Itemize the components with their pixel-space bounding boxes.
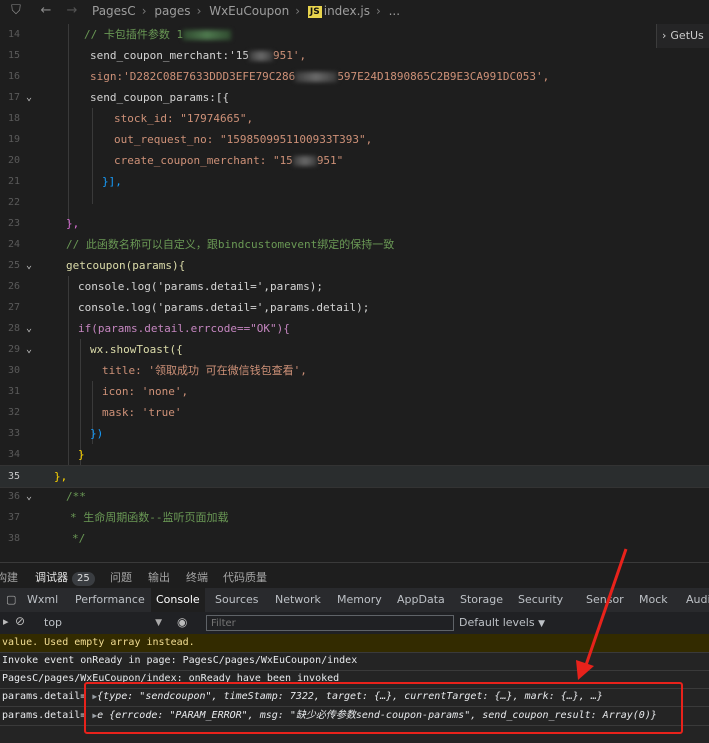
editor-breadcrumb-bar: ⛉ ← → PagesC › pages › WxEuCoupon › JS index… <box>0 0 709 25</box>
clear-console-icon[interactable]: ⊘ <box>15 614 25 628</box>
code-line: 28 ⌄ if(params.detail.errcode=="OK"){ <box>0 318 709 339</box>
filter-input[interactable] <box>206 615 454 631</box>
devtools-tabs: ▢ Wxml Performance Console Sources Netwo… <box>0 588 709 613</box>
chevron-down-icon[interactable]: ⌄ <box>26 255 32 276</box>
chevron-right-icon: › <box>141 4 147 18</box>
tab-performance[interactable]: Performance <box>75 588 145 612</box>
eye-icon[interactable]: ◉ <box>177 615 187 629</box>
chevron-down-icon[interactable]: ⌄ <box>26 486 32 507</box>
bookmark-icon[interactable]: ⛉ <box>8 3 24 19</box>
tab-terminal[interactable]: 终端 <box>186 569 208 585</box>
tab-build[interactable]: 构建 <box>0 569 18 585</box>
code-line: 30 title: '领取成功 可在微信钱包查看', <box>7 364 307 377</box>
code-line: 20 create_coupon_merchant: "15 951" <box>7 154 344 167</box>
count-badge: 25 <box>72 572 95 586</box>
tab-security[interactable]: Security <box>518 588 563 612</box>
breadcrumb-file[interactable]: index.js <box>324 4 370 18</box>
tab-audits[interactable]: Audi <box>686 588 709 612</box>
annotation-box <box>84 682 683 734</box>
code-line: 17 ⌄ send_coupon_params:[{ <box>0 87 709 108</box>
code-line: 29 ⌄ wx.showToast({ <box>0 339 709 360</box>
breadcrumb: PagesC › pages › WxEuCoupon › JS index.js › .… <box>92 4 402 18</box>
code-line: 38 */ <box>7 532 86 545</box>
code-line: 26 console.log('params.detail=',params); <box>7 280 324 293</box>
code-line: 36 ⌄/** <box>0 486 709 507</box>
code-line: 16 sign:'D282C08E7633DDD3EFE79C286 597E24D… <box>7 70 550 83</box>
breadcrumb-item[interactable]: pages <box>154 4 190 18</box>
js-file-icon: JS <box>307 6 322 18</box>
tab-sensor[interactable]: Sensor <box>586 588 624 612</box>
breadcrumb-more[interactable]: ... <box>389 4 400 18</box>
tab-console[interactable]: Console <box>151 588 205 612</box>
tab-output[interactable]: 输出 <box>148 569 170 585</box>
chevron-right-icon: › <box>375 4 381 18</box>
code-editor[interactable]: 14// 卡包插件参数 1 15 send_coupon_merchant:'15… <box>0 24 709 562</box>
code-line-current: 35}, <box>0 465 709 488</box>
chevron-down-icon[interactable]: ⌄ <box>26 87 32 108</box>
sidebar-toggle-icon[interactable]: ▸ <box>3 615 9 628</box>
chevron-down-icon[interactable]: ⌄ <box>26 339 32 360</box>
code-line: 37 * 生命周期函数--监听页面加载 <box>7 511 229 524</box>
tab-network[interactable]: Network <box>275 588 321 612</box>
log-levels-select[interactable]: Default levels ▼ <box>459 616 545 629</box>
code-line: 19 out_request_no: "1598509951100933T393"… <box>7 133 373 146</box>
outline-getus-tab[interactable]: › GetUs <box>656 24 709 48</box>
inspect-icon[interactable]: ▢ <box>6 588 16 612</box>
chevron-right-icon: › <box>295 4 301 18</box>
tab-code-quality[interactable]: 代码质量 <box>223 569 267 585</box>
chevron-down-icon[interactable]: ⌄ <box>26 318 32 339</box>
code-line: 21}], <box>7 175 122 188</box>
tab-storage[interactable]: Storage <box>460 588 503 612</box>
tab-memory[interactable]: Memory <box>337 588 382 612</box>
tab-sources[interactable]: Sources <box>215 588 259 612</box>
tab-mock[interactable]: Mock <box>639 588 668 612</box>
code-line: 34} <box>7 448 85 461</box>
code-line: 27 console.log('params.detail=',params.de… <box>7 301 370 314</box>
code-line: 22 <box>7 197 20 208</box>
code-line: 15 send_coupon_merchant:'15 951', <box>7 49 307 62</box>
code-line: 23}, <box>7 217 80 230</box>
breadcrumb-item[interactable]: WxEuCoupon <box>209 4 289 18</box>
context-select[interactable]: top ▼ <box>44 616 162 630</box>
code-line: 14// 卡包插件参数 1 <box>0 24 709 45</box>
code-line: 18 stock_id: "17974665", <box>7 112 254 125</box>
code-line: 31 icon: 'none', <box>7 385 189 398</box>
code-line: 32 mask: 'true' <box>7 406 182 419</box>
back-arrow-icon[interactable]: ← <box>38 3 54 19</box>
chevron-right-icon: › <box>196 4 202 18</box>
tab-appdata[interactable]: AppData <box>397 588 445 612</box>
code-line: 33}) <box>7 427 104 440</box>
chevron-right-icon: › <box>662 29 667 42</box>
forward-arrow-icon[interactable]: → <box>64 3 80 19</box>
console-message: Invoke event onReady in page: PagesC/pag… <box>2 655 358 666</box>
panel-tabs: 构建 调试器 25 问题 输出 终端 代码质量 <box>0 562 709 589</box>
code-line: 24// 此函数名称可以自定义，跟bindcustomevent绑定的保持一致 <box>7 238 395 251</box>
tab-debugger[interactable]: 调试器 25 <box>35 569 95 586</box>
console-warning: value. Used empty array instead. <box>0 634 709 652</box>
breadcrumb-item[interactable]: PagesC <box>92 4 136 18</box>
tab-problems[interactable]: 问题 <box>110 569 132 585</box>
console-toolbar: ▸ ⊘ top▼ ◉ Default levels ▼ <box>0 612 709 635</box>
code-line: 25 ⌄ getcoupon(params){ <box>0 255 709 276</box>
caret-down-icon: ▼ <box>155 618 162 628</box>
tab-wxml[interactable]: Wxml <box>27 588 58 612</box>
caret-down-icon: ▼ <box>538 619 545 629</box>
